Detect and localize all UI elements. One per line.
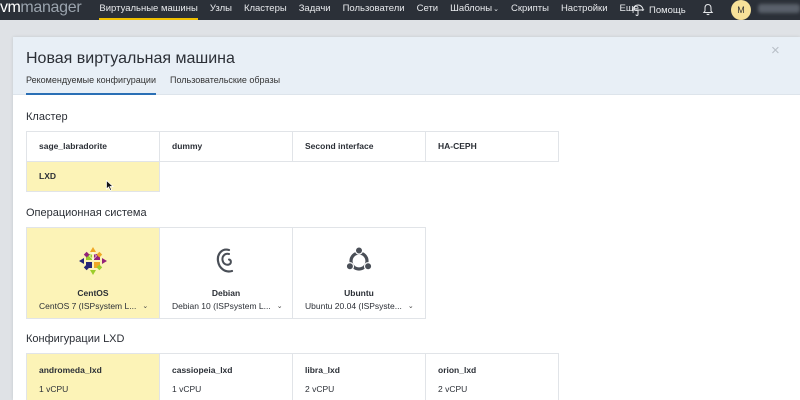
nav-tasks[interactable]: Задачи bbox=[293, 0, 337, 20]
config-cpu: 2 vCPU bbox=[438, 384, 468, 394]
config-cpu: 1 vCPU bbox=[172, 384, 202, 394]
nav-settings[interactable]: Настройки bbox=[555, 0, 614, 20]
cluster-option[interactable]: Second interface bbox=[293, 132, 426, 162]
close-icon[interactable]: × bbox=[771, 43, 780, 58]
umbrella-icon bbox=[632, 4, 644, 16]
chevron-down-icon: ⌄ bbox=[493, 6, 499, 13]
cluster-option-selected[interactable]: LXD bbox=[27, 162, 160, 192]
help-menu[interactable]: Помощь bbox=[632, 0, 686, 20]
debian-icon bbox=[210, 245, 242, 277]
nav-nodes[interactable]: Узлы bbox=[204, 0, 238, 20]
nav-virtual-machines[interactable]: Виртуальные машины bbox=[93, 0, 203, 20]
nav-label: Виртуальные машины bbox=[99, 3, 198, 14]
config-name: andromeda_lxd bbox=[39, 365, 102, 375]
mouse-cursor-icon bbox=[106, 180, 114, 191]
os-option-debian[interactable]: Debian Debian 10 (ISPsystem L... ⌄ bbox=[160, 228, 293, 319]
panel-header: Новая виртуальная машина × Рекомендуемые… bbox=[13, 37, 800, 95]
cluster-option[interactable]: HA-CEPH bbox=[426, 132, 559, 162]
config-option[interactable]: cassiopeia_lxd 1 vCPU bbox=[160, 354, 293, 400]
nav-scripts[interactable]: Скрипты bbox=[505, 0, 555, 20]
config-option[interactable]: orion_lxd 2 vCPU bbox=[426, 354, 559, 400]
user-name-blurred[interactable] bbox=[758, 4, 800, 13]
config-option[interactable]: libra_lxd 2 vCPU bbox=[293, 354, 426, 400]
centos-icon bbox=[77, 245, 109, 277]
os-version-select[interactable]: CentOS 7 (ISPsystem L... ⌄ bbox=[39, 301, 148, 311]
os-name: Debian bbox=[211, 288, 241, 298]
config-cpu: 1 vCPU bbox=[39, 384, 69, 394]
page-title: Новая виртуальная машина bbox=[26, 50, 235, 67]
nav-networks[interactable]: Сети bbox=[411, 0, 445, 20]
config-option-selected[interactable]: andromeda_lxd 1 vCPU bbox=[27, 354, 160, 400]
logo-manager: manager bbox=[20, 0, 82, 16]
os-version-select[interactable]: Debian 10 (ISPsystem L... ⌄ bbox=[172, 301, 283, 311]
avatar[interactable]: M bbox=[731, 0, 751, 20]
nav-label: Скрипты bbox=[511, 3, 549, 14]
help-label: Помощь bbox=[649, 4, 686, 16]
new-vm-panel: Новая виртуальная машина × Рекомендуемые… bbox=[13, 37, 800, 400]
tab-custom-images[interactable]: Пользовательские образы bbox=[170, 74, 280, 95]
os-version-label: CentOS 7 (ISPsystem L... bbox=[39, 301, 137, 311]
panel-tabs: Рекомендуемые конфигурации Пользовательс… bbox=[26, 74, 294, 95]
cluster-option[interactable]: sage_labradorite bbox=[27, 132, 160, 162]
bell-icon[interactable] bbox=[702, 3, 714, 16]
vmmanager-logo[interactable]: vm manager bbox=[0, 0, 82, 16]
top-navigation-bar: vm manager Виртуальные машины Узлы Класте… bbox=[0, 0, 800, 20]
os-version-select[interactable]: Ubuntu 20.04 (ISPsyste... ⌄ bbox=[305, 301, 414, 311]
cluster-option[interactable]: dummy bbox=[160, 132, 293, 162]
chevron-down-icon: ⌄ bbox=[276, 303, 283, 310]
chevron-down-icon: ⌄ bbox=[407, 303, 414, 310]
os-version-label: Ubuntu 20.04 (ISPsyste... bbox=[305, 301, 402, 311]
config-name: cassiopeia_lxd bbox=[172, 365, 233, 375]
os-option-ubuntu[interactable]: Ubuntu Ubuntu 20.04 (ISPsyste... ⌄ bbox=[293, 228, 426, 319]
nav-label: Шаблоны bbox=[450, 3, 493, 14]
nav-users[interactable]: Пользователи bbox=[337, 0, 411, 20]
os-option-centos[interactable]: CentOS CentOS 7 (ISPsystem L... ⌄ bbox=[27, 228, 160, 319]
os-name: CentOS bbox=[77, 288, 109, 298]
os-name: Ubuntu bbox=[344, 288, 374, 298]
configs-section-title: Конфигурации LXD bbox=[26, 333, 125, 345]
os-list: CentOS CentOS 7 (ISPsystem L... ⌄ Debian … bbox=[26, 227, 426, 319]
config-cpu: 2 vCPU bbox=[305, 384, 335, 394]
nav-label: Узлы bbox=[209, 3, 232, 14]
nav-label: Задачи bbox=[298, 3, 331, 14]
nav-label: Кластеры bbox=[243, 3, 287, 14]
os-section-title: Операционная система bbox=[26, 207, 147, 219]
nav-label: Настройки bbox=[560, 3, 608, 14]
os-version-label: Debian 10 (ISPsystem L... bbox=[172, 301, 271, 311]
config-name: orion_lxd bbox=[438, 365, 477, 375]
ubuntu-icon bbox=[343, 245, 375, 277]
main-nav: Виртуальные машины Узлы Кластеры Задачи … bbox=[93, 0, 651, 20]
nav-templates[interactable]: Шаблоны⌄ bbox=[444, 0, 505, 20]
nav-label: Пользователи bbox=[342, 3, 405, 14]
cluster-section-title: Кластер bbox=[26, 111, 68, 123]
logo-vm: vm bbox=[0, 0, 21, 16]
nav-label: Сети bbox=[416, 3, 439, 14]
tab-recommended-configs[interactable]: Рекомендуемые конфигурации bbox=[26, 74, 156, 95]
nav-clusters[interactable]: Кластеры bbox=[238, 0, 293, 20]
chevron-down-icon: ⌄ bbox=[142, 303, 149, 310]
config-list: andromeda_lxd 1 vCPU cassiopeia_lxd 1 vC… bbox=[26, 353, 559, 400]
config-name: libra_lxd bbox=[305, 365, 340, 375]
